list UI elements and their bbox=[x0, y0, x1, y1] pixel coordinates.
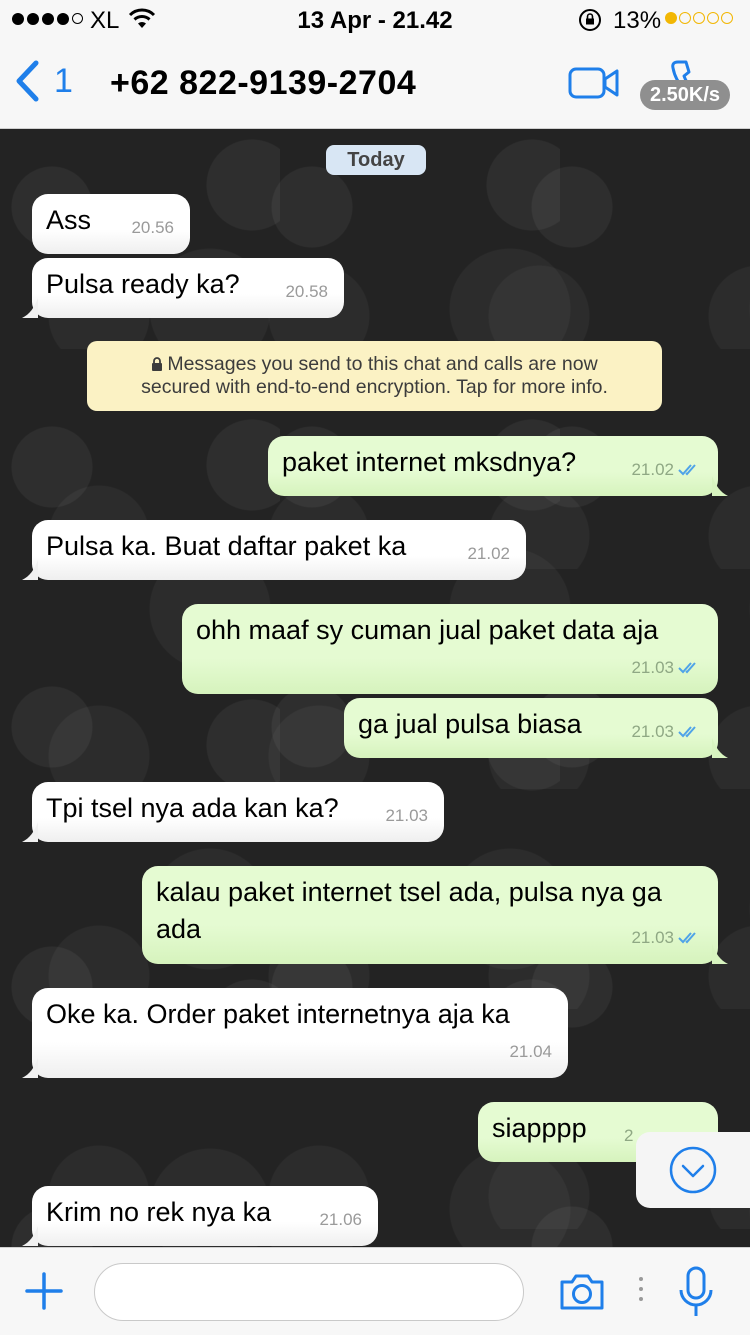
message-text: Pulsa ka. Buat daftar paket ka bbox=[46, 531, 407, 561]
top-bar: XL 13 Apr - 21.42 13% 1 +62 822-9139-270… bbox=[0, 0, 750, 129]
message-bubble-outgoing[interactable]: ohh maaf sy cuman jual paket data aja 21… bbox=[182, 604, 718, 694]
contact-name[interactable]: +62 822-9139-2704 bbox=[110, 64, 416, 103]
message-bubble-outgoing[interactable]: kalau paket internet tsel ada, pulsa nya… bbox=[142, 866, 728, 964]
bubble-tail bbox=[22, 1058, 38, 1078]
message-time: 21.03 bbox=[631, 713, 702, 750]
date-divider: Today bbox=[326, 145, 426, 175]
bubble-tail bbox=[712, 944, 728, 964]
message-text: ohh maaf sy cuman jual paket data aja bbox=[196, 615, 659, 645]
message-timestamp: 21.02 bbox=[467, 544, 510, 563]
encryption-notice-label: Messages you send to this chat and calls… bbox=[141, 353, 608, 398]
message-bubble-incoming[interactable]: Ass 20.56 bbox=[32, 194, 190, 254]
message-bubble-incoming[interactable]: Oke ka. Order paket internetnya aja ka 2… bbox=[22, 988, 568, 1078]
read-receipt-icon bbox=[678, 931, 696, 943]
status-bar: XL 13 Apr - 21.42 13% bbox=[0, 0, 750, 40]
more-options-icon[interactable] bbox=[639, 1277, 643, 1301]
message-text: Oke ka. Order paket internetnya aja ka bbox=[46, 999, 510, 1029]
message-bubble-incoming[interactable]: Tpi tsel nya ada kan ka? 21.03 bbox=[22, 782, 444, 842]
chat-area[interactable]: Today Ass 20.56 Pulsa ready ka? 20.58 Me… bbox=[0, 129, 750, 1247]
encryption-notice-text: Messages you send to this chat and calls… bbox=[141, 353, 608, 398]
message-bubble-incoming[interactable]: Krim no rek nya ka 21.06 bbox=[22, 1186, 378, 1246]
message-text: kalau paket internet tsel ada, pulsa nya… bbox=[156, 877, 662, 944]
rotation-lock-icon bbox=[579, 9, 601, 31]
video-call-icon[interactable] bbox=[568, 66, 620, 100]
message-timestamp: 21.03 bbox=[631, 658, 674, 677]
message-bubble-incoming[interactable]: Pulsa ready ka? 20.58 bbox=[22, 258, 344, 318]
message-timestamp: 2 bbox=[624, 1126, 634, 1145]
message-timestamp: 21.02 bbox=[631, 460, 674, 479]
message-time: 21.06 bbox=[319, 1201, 362, 1238]
message-timestamp: 21.04 bbox=[509, 1042, 552, 1061]
bubble-tail bbox=[22, 822, 38, 842]
message-time: 21.03 bbox=[631, 649, 702, 686]
bubble-tail bbox=[22, 1226, 38, 1246]
message-timestamp: 21.03 bbox=[631, 722, 674, 741]
scroll-to-bottom-button[interactable] bbox=[636, 1132, 750, 1208]
plus-icon[interactable] bbox=[24, 1271, 64, 1311]
back-button[interactable]: 1 bbox=[14, 60, 73, 102]
battery-icon bbox=[665, 12, 733, 24]
message-time: 21.02 bbox=[467, 535, 510, 572]
message-timestamp: 21.03 bbox=[631, 928, 674, 947]
message-input-bar bbox=[0, 1247, 750, 1335]
bubble-tail bbox=[712, 738, 728, 758]
message-time: 21.04 bbox=[509, 1033, 552, 1070]
chat-header: 1 +62 822-9139-2704 2.50K/s bbox=[0, 40, 750, 128]
chevron-left-icon bbox=[16, 60, 39, 102]
message-time: 20.58 bbox=[285, 273, 328, 310]
message-time: 2 bbox=[624, 1117, 633, 1154]
microphone-icon[interactable] bbox=[678, 1266, 714, 1318]
message-timestamp: 21.06 bbox=[319, 1210, 362, 1229]
read-receipt-icon bbox=[678, 661, 696, 673]
encryption-notice[interactable]: Messages you send to this chat and calls… bbox=[87, 341, 662, 411]
bubble-tail bbox=[712, 476, 728, 496]
message-time: 21.02 bbox=[631, 451, 702, 488]
read-receipt-icon bbox=[678, 463, 696, 475]
message-timestamp: 20.58 bbox=[285, 282, 328, 301]
message-time: 20.56 bbox=[131, 209, 174, 246]
message-time: 21.03 bbox=[631, 919, 702, 956]
message-text: Krim no rek nya ka bbox=[46, 1197, 272, 1227]
message-bubble-incoming[interactable]: Pulsa ka. Buat daftar paket ka 21.02 bbox=[22, 520, 526, 580]
message-text: Tpi tsel nya ada kan ka? bbox=[46, 793, 339, 823]
battery-percentage: 13% bbox=[613, 7, 662, 34]
bubble-tail bbox=[22, 298, 38, 318]
bubble-tail bbox=[22, 560, 38, 580]
camera-icon[interactable] bbox=[558, 1272, 606, 1312]
network-speed-badge: 2.50K/s bbox=[640, 80, 731, 110]
chevron-down-icon bbox=[669, 1146, 717, 1194]
unread-count: 1 bbox=[54, 61, 73, 100]
message-timestamp: 21.03 bbox=[385, 806, 428, 825]
message-input[interactable] bbox=[94, 1263, 524, 1321]
message-bubble-outgoing[interactable]: paket internet mksdnya? 21.02 bbox=[268, 436, 728, 496]
message-timestamp: 20.56 bbox=[131, 218, 174, 237]
lock-icon bbox=[152, 357, 163, 371]
read-receipt-icon bbox=[678, 725, 696, 737]
message-bubble-outgoing[interactable]: ga jual pulsa biasa 21.03 bbox=[344, 698, 728, 758]
message-time: 21.03 bbox=[385, 797, 428, 834]
